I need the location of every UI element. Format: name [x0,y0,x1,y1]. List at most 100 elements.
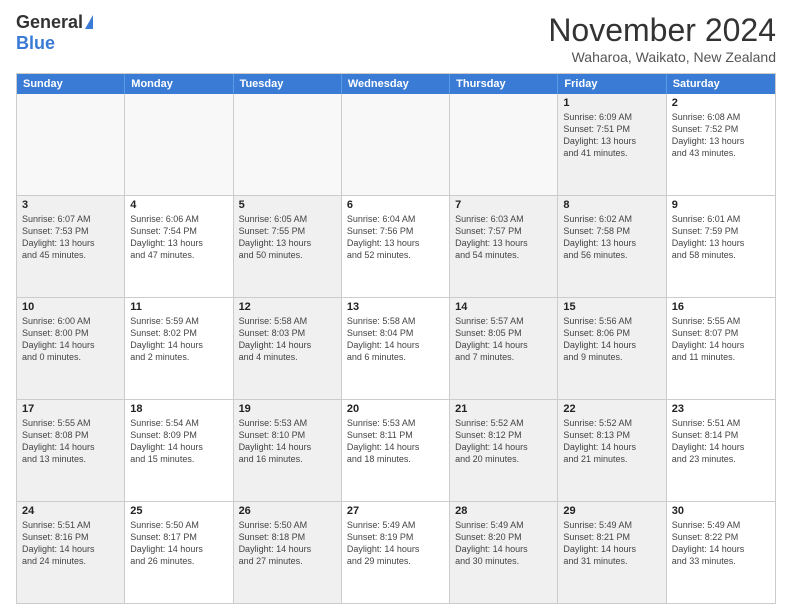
cell-info: Sunrise: 6:06 AM Sunset: 7:54 PM Dayligh… [130,213,227,262]
cell-info: Sunrise: 6:05 AM Sunset: 7:55 PM Dayligh… [239,213,336,262]
cell-info: Sunrise: 5:50 AM Sunset: 8:17 PM Dayligh… [130,519,227,568]
cell-info: Sunrise: 5:58 AM Sunset: 8:03 PM Dayligh… [239,315,336,364]
cell-info: Sunrise: 5:49 AM Sunset: 8:21 PM Dayligh… [563,519,660,568]
cell-info: Sunrise: 5:59 AM Sunset: 8:02 PM Dayligh… [130,315,227,364]
calendar-cell: 22Sunrise: 5:52 AM Sunset: 8:13 PM Dayli… [558,400,666,501]
cell-info: Sunrise: 5:53 AM Sunset: 8:10 PM Dayligh… [239,417,336,466]
calendar-row-0: 1 Sunrise: 6:09 AM Sunset: 7:51 PM Daylig… [17,94,775,196]
day-number: 28 [455,505,552,517]
calendar-cell: 25 Sunrise: 5:50 AM Sunset: 8:17 PM Dayli… [125,502,233,603]
calendar-cell: 26 Sunrise: 5:50 AM Sunset: 8:18 PM Dayli… [234,502,342,603]
day-number: 4 [130,199,227,211]
day-number: 9 [672,199,770,211]
cell-info: Sunrise: 5:49 AM Sunset: 8:19 PM Dayligh… [347,519,444,568]
calendar-cell: 23Sunrise: 5:51 AM Sunset: 8:14 PM Dayli… [667,400,775,501]
calendar-cell: 8 Sunrise: 6:02 AM Sunset: 7:58 PM Daylig… [558,196,666,297]
calendar-cell [342,94,450,195]
calendar-cell: 13Sunrise: 5:58 AM Sunset: 8:04 PM Dayli… [342,298,450,399]
calendar-cell: 4 Sunrise: 6:06 AM Sunset: 7:54 PM Daylig… [125,196,233,297]
calendar-cell: 6Sunrise: 6:04 AM Sunset: 7:56 PM Daylig… [342,196,450,297]
day-number: 11 [130,301,227,313]
day-number: 16 [672,301,770,313]
calendar-row-3: 17 Sunrise: 5:55 AM Sunset: 8:08 PM Dayli… [17,400,775,502]
cell-info: Sunrise: 5:58 AM Sunset: 8:04 PM Dayligh… [347,315,444,364]
cell-info: Sunrise: 6:02 AM Sunset: 7:58 PM Dayligh… [563,213,660,262]
cal-header-cell-tuesday: Tuesday [234,74,342,94]
cell-info: Sunrise: 6:09 AM Sunset: 7:51 PM Dayligh… [563,111,660,160]
calendar-cell: 18 Sunrise: 5:54 AM Sunset: 8:09 PM Dayli… [125,400,233,501]
cell-info: Sunrise: 5:51 AM Sunset: 8:16 PM Dayligh… [22,519,119,568]
calendar-cell [234,94,342,195]
cell-info: Sunrise: 5:52 AM Sunset: 8:12 PM Dayligh… [455,417,552,466]
day-number: 17 [22,403,119,415]
header: General Blue November 2024 Waharoa, Waik… [16,12,776,65]
calendar-body: 1 Sunrise: 6:09 AM Sunset: 7:51 PM Daylig… [17,94,775,603]
cal-header-cell-thursday: Thursday [450,74,558,94]
calendar-header-row: SundayMondayTuesdayWednesdayThursdayFrid… [17,74,775,94]
calendar-cell: 14Sunrise: 5:57 AM Sunset: 8:05 PM Dayli… [450,298,558,399]
calendar-cell: 30 Sunrise: 5:49 AM Sunset: 8:22 PM Dayli… [667,502,775,603]
cell-info: Sunrise: 5:53 AM Sunset: 8:11 PM Dayligh… [347,417,444,466]
calendar-cell: 5Sunrise: 6:05 AM Sunset: 7:55 PM Daylig… [234,196,342,297]
cell-info: Sunrise: 6:01 AM Sunset: 7:59 PM Dayligh… [672,213,770,262]
day-number: 30 [672,505,770,517]
calendar-cell [17,94,125,195]
cell-info: Sunrise: 5:49 AM Sunset: 8:20 PM Dayligh… [455,519,552,568]
calendar: SundayMondayTuesdayWednesdayThursdayFrid… [16,73,776,604]
day-number: 1 [563,97,660,109]
day-number: 24 [22,505,119,517]
cell-info: Sunrise: 6:00 AM Sunset: 8:00 PM Dayligh… [22,315,119,364]
cell-info: Sunrise: 5:54 AM Sunset: 8:09 PM Dayligh… [130,417,227,466]
title-block: November 2024 Waharoa, Waikato, New Zeal… [548,12,776,65]
logo-triangle-icon [85,15,93,29]
calendar-cell: 7 Sunrise: 6:03 AM Sunset: 7:57 PM Daylig… [450,196,558,297]
day-number: 14 [455,301,552,313]
calendar-row-4: 24 Sunrise: 5:51 AM Sunset: 8:16 PM Dayli… [17,502,775,603]
day-number: 15 [563,301,660,313]
day-number: 26 [239,505,336,517]
cell-info: Sunrise: 6:07 AM Sunset: 7:53 PM Dayligh… [22,213,119,262]
day-number: 12 [239,301,336,313]
calendar-cell: 24 Sunrise: 5:51 AM Sunset: 8:16 PM Dayli… [17,502,125,603]
calendar-cell: 12 Sunrise: 5:58 AM Sunset: 8:03 PM Dayli… [234,298,342,399]
logo: General Blue [16,12,93,54]
calendar-cell [450,94,558,195]
day-number: 25 [130,505,227,517]
day-number: 8 [563,199,660,211]
cell-info: Sunrise: 6:03 AM Sunset: 7:57 PM Dayligh… [455,213,552,262]
cell-info: Sunrise: 5:55 AM Sunset: 8:07 PM Dayligh… [672,315,770,364]
logo-general-text: General [16,12,83,33]
calendar-cell: 11 Sunrise: 5:59 AM Sunset: 8:02 PM Dayli… [125,298,233,399]
cell-info: Sunrise: 5:55 AM Sunset: 8:08 PM Dayligh… [22,417,119,466]
cal-header-cell-wednesday: Wednesday [342,74,450,94]
cal-header-cell-monday: Monday [125,74,233,94]
day-number: 27 [347,505,444,517]
cell-info: Sunrise: 6:08 AM Sunset: 7:52 PM Dayligh… [672,111,770,160]
day-number: 20 [347,403,444,415]
cell-info: Sunrise: 5:49 AM Sunset: 8:22 PM Dayligh… [672,519,770,568]
day-number: 19 [239,403,336,415]
day-number: 3 [22,199,119,211]
calendar-row-2: 10Sunrise: 6:00 AM Sunset: 8:00 PM Dayli… [17,298,775,400]
cell-info: Sunrise: 5:56 AM Sunset: 8:06 PM Dayligh… [563,315,660,364]
cal-header-cell-sunday: Sunday [17,74,125,94]
day-number: 7 [455,199,552,211]
cell-info: Sunrise: 5:52 AM Sunset: 8:13 PM Dayligh… [563,417,660,466]
calendar-cell: 10Sunrise: 6:00 AM Sunset: 8:00 PM Dayli… [17,298,125,399]
calendar-cell: 3 Sunrise: 6:07 AM Sunset: 7:53 PM Daylig… [17,196,125,297]
calendar-cell: 21 Sunrise: 5:52 AM Sunset: 8:12 PM Dayli… [450,400,558,501]
calendar-cell: 19 Sunrise: 5:53 AM Sunset: 8:10 PM Dayli… [234,400,342,501]
month-title: November 2024 [548,12,776,49]
cell-info: Sunrise: 5:50 AM Sunset: 8:18 PM Dayligh… [239,519,336,568]
day-number: 21 [455,403,552,415]
day-number: 23 [672,403,770,415]
page: General Blue November 2024 Waharoa, Waik… [0,0,792,612]
calendar-row-1: 3 Sunrise: 6:07 AM Sunset: 7:53 PM Daylig… [17,196,775,298]
day-number: 18 [130,403,227,415]
subtitle: Waharoa, Waikato, New Zealand [548,49,776,65]
cal-header-cell-saturday: Saturday [667,74,775,94]
logo-blue-text: Blue [16,33,55,54]
day-number: 6 [347,199,444,211]
calendar-cell: 16 Sunrise: 5:55 AM Sunset: 8:07 PM Dayli… [667,298,775,399]
calendar-cell: 27 Sunrise: 5:49 AM Sunset: 8:19 PM Dayli… [342,502,450,603]
